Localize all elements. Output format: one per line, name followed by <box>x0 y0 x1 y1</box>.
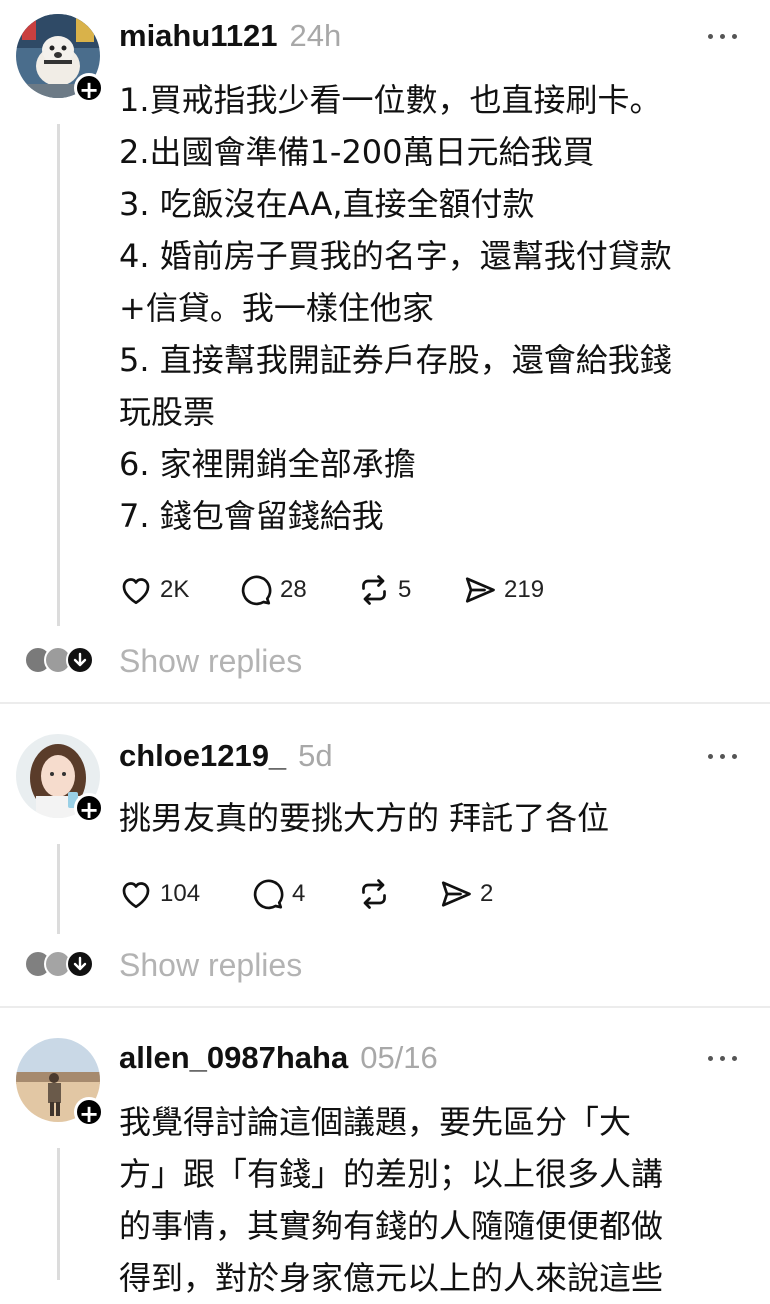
timestamp: 05/16 <box>360 1040 438 1075</box>
heart-icon <box>122 578 150 605</box>
share-count: 2 <box>480 880 494 907</box>
post-text: 挑男友真的要挑大方的 拜託了各位 <box>119 792 749 844</box>
repost-button[interactable] <box>356 874 392 914</box>
comment-icon <box>253 879 284 910</box>
text-line: 玩股票 <box>119 393 216 431</box>
repost-button[interactable]: 5 <box>356 570 411 610</box>
comment-button[interactable]: 28 <box>238 570 307 610</box>
text-line: 4. 婚前房子買我的名字，還幫我付貸款 <box>119 237 672 275</box>
show-replies-row[interactable]: Show replies <box>0 636 770 686</box>
text-line: 得到，對於身家億元以上的人來說這些 <box>119 1259 664 1297</box>
action-bar: 2K 28 5 219 <box>118 570 738 610</box>
like-button[interactable]: 2K <box>118 570 189 610</box>
send-icon <box>465 577 495 603</box>
share-button[interactable]: 2 <box>438 874 493 914</box>
text-line: 方」跟「有錢」的差別；以上很多人講 <box>119 1155 664 1193</box>
thread-line <box>57 1148 60 1280</box>
action-bar: 104 4 2 <box>118 874 738 914</box>
repost-icon <box>362 879 386 909</box>
follow-plus-icon[interactable]: + <box>74 1097 104 1128</box>
text-line: +信貸。我一樣住他家 <box>119 289 434 327</box>
text-line: 7. 錢包會留錢給我 <box>119 497 384 535</box>
repost-icon <box>362 575 386 605</box>
share-button[interactable]: 219 <box>462 570 544 610</box>
share-count: 219 <box>504 576 545 603</box>
post-miahu1121: + miahu1121 24h 1.買戒指我少看一位數，也直接刷卡。 2.出國會… <box>0 0 770 700</box>
text-line: 2.出國會準備1-200萬日元給我買 <box>119 133 595 171</box>
username[interactable]: chloe1219_ <box>119 738 286 774</box>
divider <box>0 702 770 704</box>
timestamp: 5d <box>298 738 333 773</box>
follow-plus-icon[interactable]: + <box>74 73 104 104</box>
arrow-down-icon <box>66 646 94 674</box>
thread-line <box>57 124 60 626</box>
text-line: 1.買戒指我少看一位數，也直接刷卡。 <box>119 81 662 119</box>
follow-plus-icon[interactable]: + <box>74 793 104 824</box>
comment-button[interactable]: 4 <box>250 874 305 914</box>
more-icon[interactable] <box>706 26 740 46</box>
show-replies-row[interactable]: Show replies <box>0 940 770 990</box>
like-count: 104 <box>160 880 201 907</box>
thread-line <box>57 844 60 934</box>
show-replies-link[interactable]: Show replies <box>119 636 302 686</box>
comment-icon <box>241 575 272 606</box>
text-line: 我覺得討論這個議題，要先區分「大 <box>119 1103 632 1141</box>
username[interactable]: allen_0987haha <box>119 1040 348 1076</box>
arrow-down-icon <box>66 950 94 978</box>
username[interactable]: miahu1121 <box>119 18 278 54</box>
post-header: miahu1121 24h <box>119 14 341 58</box>
text-line: 3. 吃飯沒在AA,直接全額付款 <box>119 185 535 223</box>
text-line: 挑男友真的要挑大方的 拜託了各位 <box>119 799 610 837</box>
post-text: 我覺得討論這個議題，要先區分「大 方」跟「有錢」的差別；以上很多人講 的事情，其… <box>119 1096 749 1304</box>
text-line: 5. 直接幫我開証券戶存股，還會給我錢 <box>119 341 672 379</box>
post-header: chloe1219_ 5d <box>119 734 333 778</box>
like-button[interactable]: 104 <box>118 874 200 914</box>
post-header: allen_0987haha 05/16 <box>119 1036 438 1080</box>
more-icon[interactable] <box>706 746 740 766</box>
heart-icon <box>122 882 150 909</box>
send-icon <box>441 881 471 907</box>
post-chloe1219: + chloe1219_ 5d 挑男友真的要挑大方的 拜託了各位 104 4 2 <box>0 718 770 1008</box>
like-count: 2K <box>160 576 190 603</box>
post-allen0987haha: + allen_0987haha 05/16 我覺得討論這個議題，要先區分「大 … <box>0 1022 770 1297</box>
timestamp: 24h <box>289 18 342 53</box>
text-line: 6. 家裡開銷全部承擔 <box>119 445 416 483</box>
comment-count: 28 <box>280 576 307 603</box>
text-line: 的事情，其實夠有錢的人隨隨便便都做 <box>119 1207 664 1245</box>
comment-count: 4 <box>292 880 306 907</box>
post-text: 1.買戒指我少看一位數，也直接刷卡。 2.出國會準備1-200萬日元給我買 3.… <box>119 74 749 542</box>
repost-count: 5 <box>398 576 412 603</box>
divider <box>0 1006 770 1008</box>
more-icon[interactable] <box>706 1048 740 1068</box>
show-replies-link[interactable]: Show replies <box>119 940 302 990</box>
